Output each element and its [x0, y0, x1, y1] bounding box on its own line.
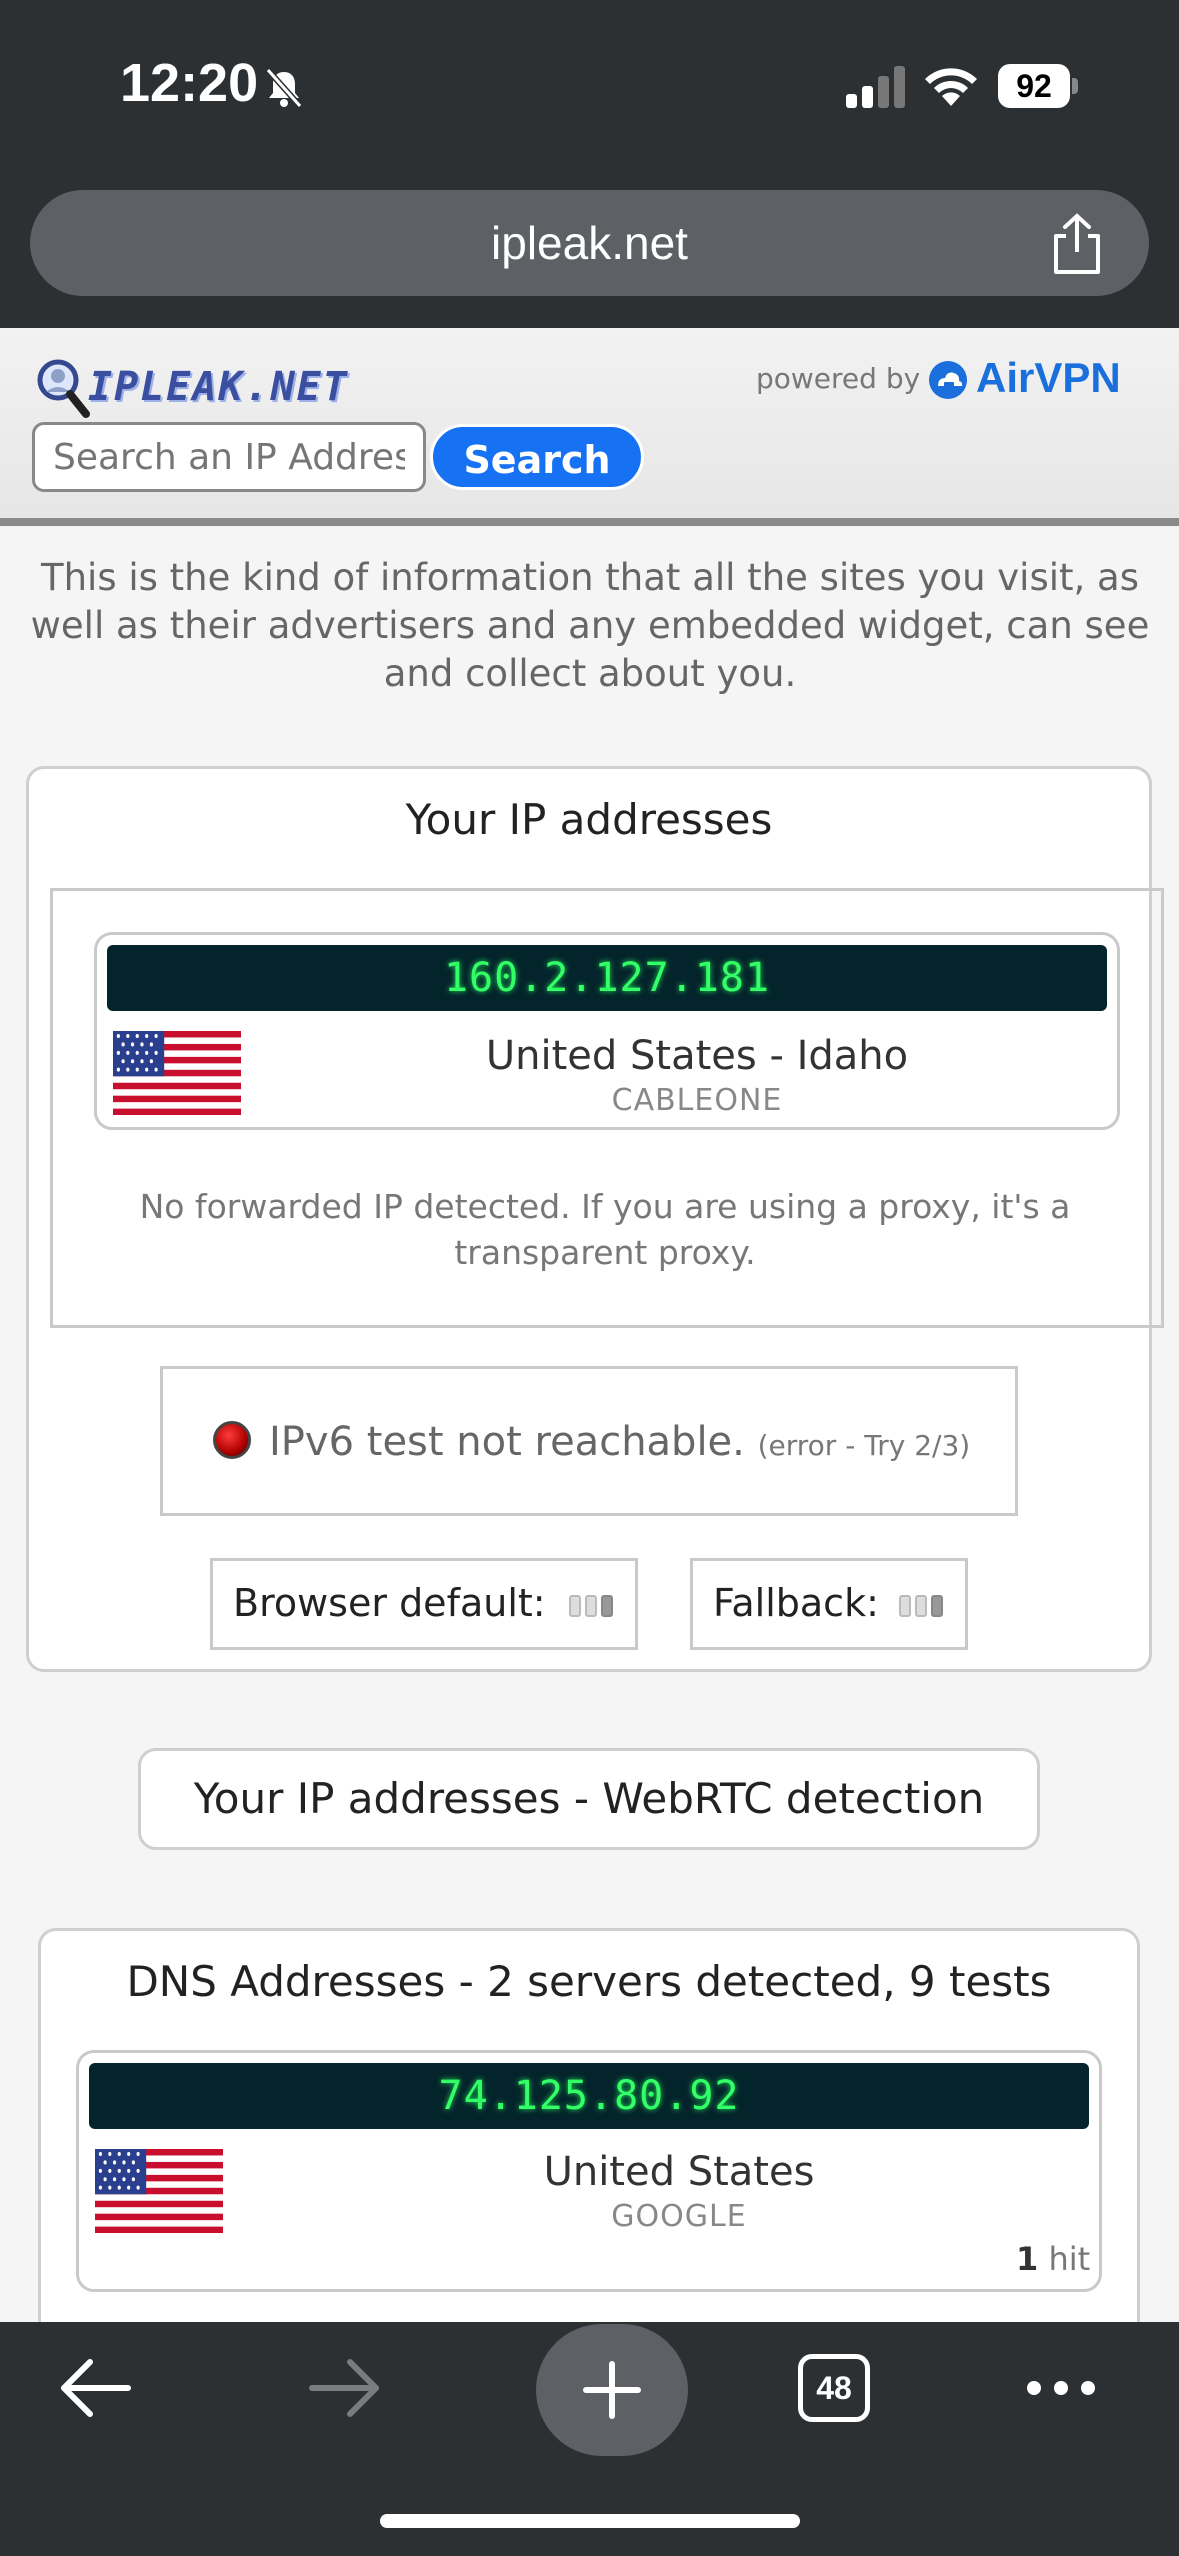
dns-location: United States — [543, 2149, 815, 2195]
dns-ip-value[interactable]: 74.125.80.92 — [89, 2063, 1089, 2129]
ip-section-title: Your IP addresses — [405, 795, 773, 844]
new-tab-button[interactable] — [536, 2324, 688, 2456]
ip-card: 160.2.127.181 United States - Idaho CABL… — [94, 932, 1120, 1130]
loading-dots-icon — [569, 1595, 621, 1617]
ip-isp: CABLEONE — [611, 1083, 783, 1118]
fallback-label: Fallback: — [713, 1581, 879, 1625]
ipv6-message: IPv6 test not reachable. — [269, 1419, 745, 1465]
ipv6-status-text: IPv6 test not reachable. (error - Try 2/… — [269, 1419, 970, 1465]
back-icon[interactable] — [58, 2356, 134, 2420]
powered-by-label: powered by — [756, 362, 921, 395]
us-flag-icon — [95, 2149, 223, 2233]
screen: 12:20 92 ipleak.net IPLEAK.NET powered b… — [0, 0, 1179, 2556]
hit-label: hit — [1048, 2240, 1091, 2278]
dns-hit-count: 1 hit — [1016, 2240, 1090, 2278]
forward-icon — [309, 2359, 379, 2417]
site-logo[interactable]: IPLEAK.NET — [32, 352, 362, 422]
fallback-box: Fallback: — [690, 1558, 968, 1650]
hit-number: 1 — [1016, 2240, 1039, 2278]
ipv6-error-detail: (error - Try 2/3) — [757, 1429, 971, 1462]
ip-address-value[interactable]: 160.2.127.181 — [107, 945, 1107, 1011]
intro-text: This is the kind of information that all… — [30, 556, 1150, 695]
tabs-button[interactable]: 48 — [798, 2354, 870, 2422]
status-time: 12:20 — [120, 53, 259, 113]
us-flag-icon — [113, 1031, 241, 1115]
battery-icon: 92 — [998, 64, 1078, 108]
browser-default-label: Browser default: — [233, 1581, 546, 1625]
wifi-icon — [925, 68, 977, 106]
bell-off-icon — [265, 68, 303, 108]
browser-default-box: Browser default: — [210, 1558, 638, 1650]
search-button[interactable]: Search — [430, 424, 644, 490]
plus-icon — [583, 2361, 641, 2419]
more-icon[interactable] — [1024, 2374, 1098, 2402]
dns-card: 74.125.80.92 United States GOOGLE — [76, 2050, 1102, 2292]
signal-icon — [846, 66, 905, 108]
forwarded-ip-note: No forwarded IP detected. If you are usi… — [139, 1187, 1071, 1272]
dns-isp: GOOGLE — [611, 2199, 747, 2234]
ip-search-input[interactable] — [32, 422, 426, 492]
logo-text: IPLEAK.NET — [88, 364, 349, 410]
status-red-dot-icon — [213, 1421, 251, 1459]
ipv6-status-box: IPv6 test not reachable. (error - Try 2/… — [160, 1366, 1018, 1516]
url-text[interactable]: ipleak.net — [30, 190, 1149, 296]
airvpn-text: AirVPN — [976, 354, 1121, 401]
webrtc-detection-button[interactable]: Your IP addresses - WebRTC detection — [138, 1748, 1040, 1850]
loading-dots-icon — [899, 1595, 951, 1617]
share-icon[interactable] — [1046, 212, 1108, 276]
home-indicator[interactable] — [380, 2514, 800, 2528]
address-bar[interactable]: ipleak.net — [30, 190, 1149, 296]
dns-section-title: DNS Addresses - 2 servers detected, 9 te… — [126, 1957, 1052, 2006]
ip-location: United States - Idaho — [485, 1033, 909, 1079]
magnifier-logo-icon — [37, 359, 90, 418]
airvpn-logo-icon — [929, 361, 967, 399]
battery-level: 92 — [998, 64, 1070, 108]
